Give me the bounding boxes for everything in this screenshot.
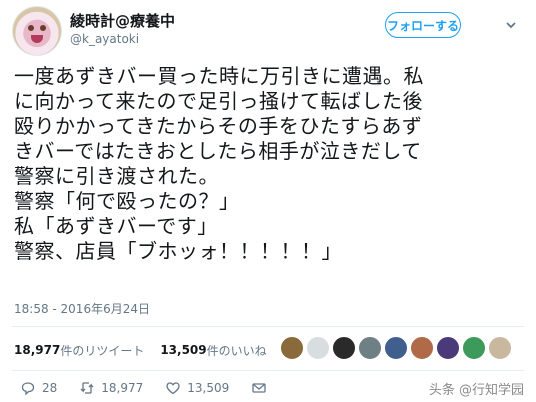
watermark: 头条 @行知学园 <box>428 383 524 398</box>
tweet-line: 殴りかかってきたからその手をひたすらあず <box>14 114 423 138</box>
reply-icon <box>21 382 35 396</box>
tweet-line: きバーではたきおとしたら相手が泣きだして <box>14 139 422 163</box>
tweet-actions: 28 18,977 13,509 <box>20 378 289 398</box>
user-display-name[interactable]: 綾時計@療養中 <box>70 10 175 31</box>
tweet-line: 警察、店員「ブホッォ！！！！！」 <box>14 239 342 263</box>
tweet-timestamp[interactable]: 18:58 - 2016年6月24日 <box>14 300 150 317</box>
liker-avatar-6[interactable] <box>410 336 434 360</box>
user-avatar[interactable] <box>12 6 62 56</box>
tweet-header: 綾時計@療養中 @k_ayatoki フォローする <box>0 0 536 60</box>
retweets-count[interactable]: 18,977 <box>14 343 60 357</box>
liker-avatar-8[interactable] <box>462 336 486 360</box>
likers-avatars <box>280 336 512 364</box>
retweet-count: 18,977 <box>101 381 144 395</box>
liker-avatar-2[interactable] <box>306 336 330 360</box>
like-button[interactable]: 13,509 <box>165 380 229 396</box>
tweet-line: に向かって来たので足引っ掻けて転ばした後 <box>14 89 423 113</box>
liker-avatar-1[interactable] <box>280 336 304 360</box>
heart-icon <box>166 382 180 395</box>
tweet-line: 警察に引き渡された。 <box>14 164 219 188</box>
liker-avatar-7[interactable] <box>436 336 460 360</box>
avatar-eye <box>40 25 46 31</box>
envelope-icon <box>252 383 266 393</box>
liker-avatar-9[interactable] <box>488 336 512 360</box>
user-handle[interactable]: @k_ayatoki <box>70 32 139 46</box>
liker-avatar-3[interactable] <box>332 336 356 360</box>
follow-button[interactable]: フォローする <box>385 12 461 38</box>
reply-count: 28 <box>42 381 58 395</box>
liker-avatar-5[interactable] <box>384 336 408 360</box>
chevron-down-icon[interactable] <box>502 16 520 34</box>
tweet-line: 私「あずきバーです」 <box>14 214 218 238</box>
tweet-line: 一度あずきバー買った時に万引きに遭遇。私 <box>14 64 424 88</box>
likes-count[interactable]: 13,509 <box>160 343 206 357</box>
direct-message-button[interactable] <box>251 380 267 396</box>
like-count: 13,509 <box>187 381 230 395</box>
reply-button[interactable]: 28 <box>20 380 57 396</box>
avatar-mouth <box>31 35 43 43</box>
likes-label[interactable]: 件のいいね <box>207 342 267 359</box>
avatar-eye <box>28 25 34 31</box>
tweet-stats: 18,977 件のリツイート 13,509 件のいいね <box>14 340 267 360</box>
divider <box>12 326 524 327</box>
retweets-label[interactable]: 件のリツイート <box>60 342 144 359</box>
tweet-text: 一度あずきバー買った時に万引きに遭遇。私 に向かって来たので足引っ掻けて転ばした… <box>14 64 524 264</box>
retweet-icon <box>80 382 94 394</box>
tweet-line: 警察「何で殴ったの？」 <box>14 189 240 213</box>
retweet-button[interactable]: 18,977 <box>79 380 143 396</box>
divider <box>12 370 524 371</box>
liker-avatar-4[interactable] <box>358 336 382 360</box>
